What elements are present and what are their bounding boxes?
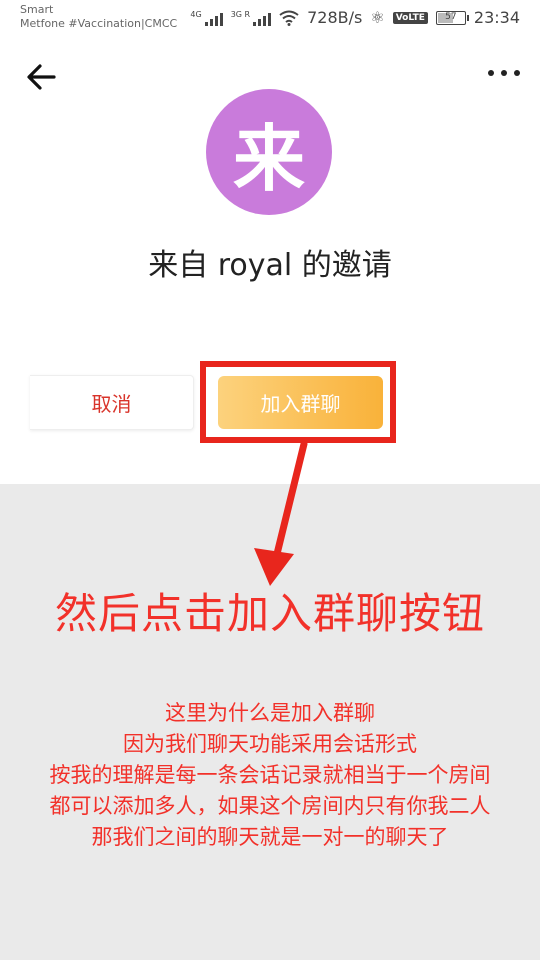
wifi-icon [279,10,299,26]
carrier-line-2: Metfone #Vaccination|CMCC [20,17,178,30]
signal-3g-tag: 3G R [230,9,251,19]
red-arrow-icon [254,440,308,586]
explanation-line: 那我们之间的聊天就是一对一的聊天了 [91,825,449,849]
clock: 23:34 [473,8,520,27]
status-bar: Smart Metfone #Vaccination|CMCC 4G 3G R … [0,0,540,36]
instruction-headline: 然后点击加入群聊按钮 [54,589,485,638]
battery-level: 57 [445,11,457,22]
signal-4g-tag: 4G [190,9,202,19]
explanation-line: 按我的理解是每一条会话记录就相当于一个房间 [49,763,491,787]
group-avatar: 来 [206,89,332,215]
explanation-line: 因为我们聊天功能采用会话形式 [123,732,417,756]
arrow-left-icon[interactable] [24,60,58,94]
signal-4g-icon: 4G [190,9,223,26]
battery-icon: 57 [435,10,469,25]
invite-title: 来自 royal 的邀请 [148,248,392,283]
volte-badge: VoLTE [392,11,428,24]
explanation-line: 都可以添加多人，如果这个房间内只有你我二人 [49,794,491,818]
cancel-button[interactable]: 取消 [30,375,194,430]
notification-icon: ⚛ [370,8,385,27]
explanation-line: 这里为什么是加入群聊 [165,701,375,725]
carrier-line-1: Smart [20,3,54,16]
status-icons: 4G 3G R 728B/s ⚛ VoLTE 57 23:34 [190,8,520,27]
explanation-text: 这里为什么是加入群聊 因为我们聊天功能采用会话形式 按我的理解是每一条会话记录就… [0,698,540,853]
network-speed: 728B/s [307,8,363,27]
more-dots-icon[interactable] [488,70,520,76]
carrier-info: Smart Metfone #Vaccination|CMCC [20,3,177,31]
signal-3g-icon: 3G R [230,9,272,26]
highlight-box [200,361,396,443]
